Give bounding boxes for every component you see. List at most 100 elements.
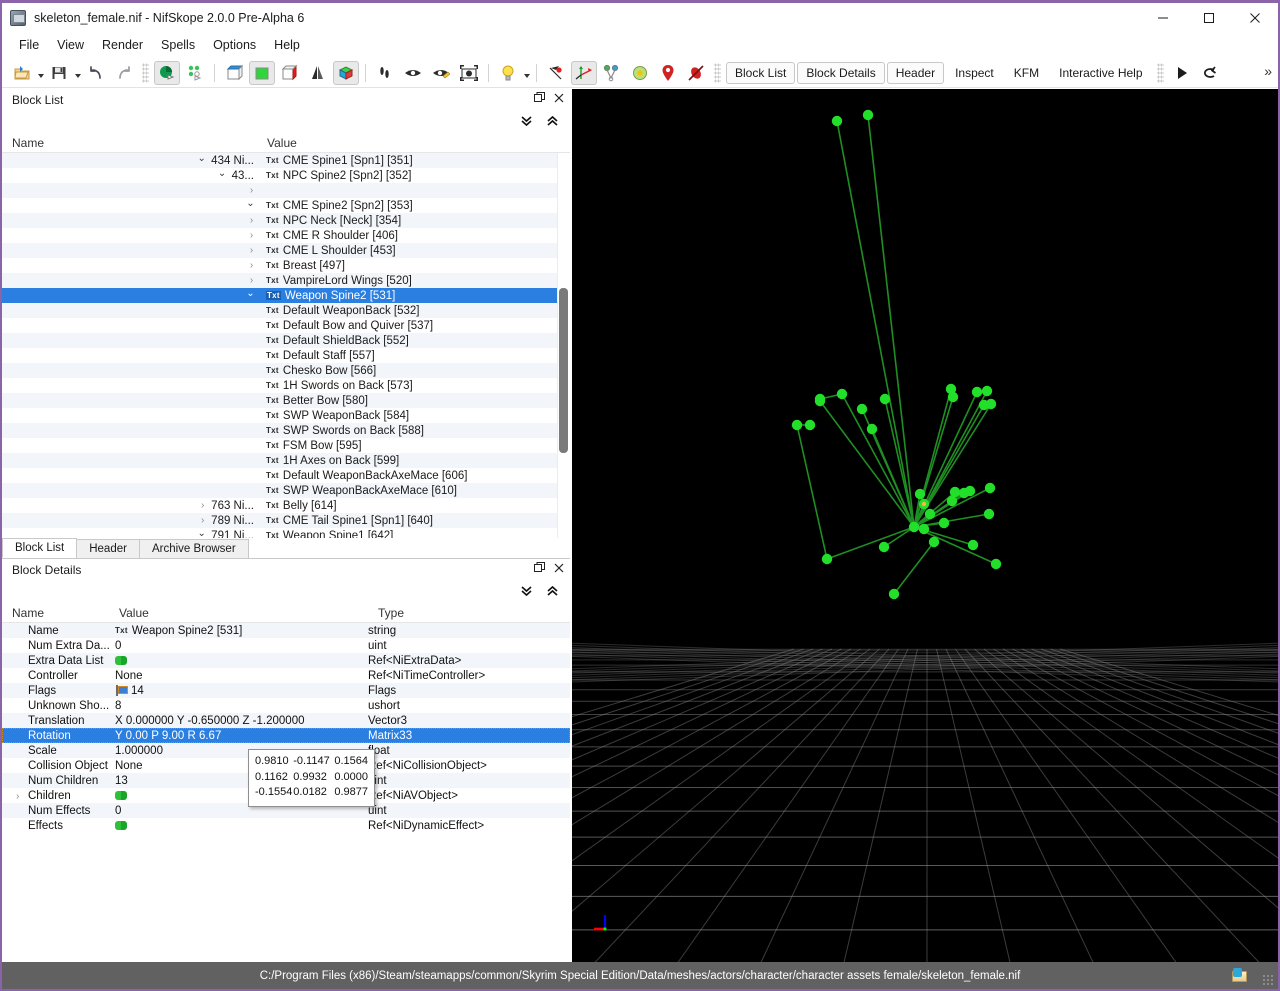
block-details-row-value[interactable]: Y 0.00 P 9.00 R 6.67 bbox=[115, 730, 368, 742]
toolbar-grip-3[interactable] bbox=[1156, 62, 1164, 83]
block-list-row[interactable]: ⌄ Txt CME Spine2 [Spn2] [353] bbox=[2, 198, 558, 213]
tab-header[interactable]: Header bbox=[886, 61, 945, 84]
lighting-dropdown-icon[interactable] bbox=[522, 63, 531, 83]
skeleton-node[interactable] bbox=[971, 386, 983, 398]
maximize-button[interactable] bbox=[1186, 3, 1232, 32]
block-list-scrollbar[interactable] bbox=[557, 153, 568, 538]
tab-block-list[interactable]: Block List bbox=[726, 61, 796, 84]
toolbar-overflow-button[interactable]: » bbox=[1264, 63, 1272, 79]
block-list-row[interactable]: › Txt CME R Shoulder [406] bbox=[2, 228, 558, 243]
skeleton-node[interactable] bbox=[862, 109, 874, 121]
block-details-row[interactable]: Effects Ref<NiDynamicEffect> bbox=[2, 818, 570, 833]
render-viewport[interactable] bbox=[572, 89, 1278, 966]
skeleton-node[interactable] bbox=[856, 403, 868, 415]
block-details-row-value[interactable]: 0 bbox=[115, 640, 368, 652]
skeleton-node[interactable] bbox=[918, 523, 930, 535]
tree-collapse-icon[interactable]: ⌄ bbox=[196, 153, 207, 164]
menu-item-options[interactable]: Options bbox=[204, 35, 265, 55]
skeleton-node[interactable] bbox=[981, 385, 993, 397]
tree-expand-icon[interactable]: › bbox=[247, 215, 256, 226]
no-entry-icon[interactable] bbox=[683, 61, 709, 85]
lightbulb-icon[interactable] bbox=[495, 61, 521, 85]
block-details-float-button[interactable] bbox=[534, 562, 545, 576]
block-list-row[interactable]: ⌄ 791 Ni... Txt Weapon Spine1 [642] bbox=[2, 528, 558, 538]
block-details-row-value[interactable] bbox=[115, 820, 368, 831]
reference-link-icon[interactable] bbox=[115, 820, 127, 831]
block-list-row[interactable]: › 789 Ni... Txt CME Tail Spine1 [Spn1] [640… bbox=[2, 513, 558, 528]
skeleton-node[interactable] bbox=[878, 541, 890, 553]
skeleton-node[interactable] bbox=[947, 391, 959, 403]
skeleton-node[interactable] bbox=[866, 423, 878, 435]
block-list-row[interactable]: › Txt VampireLord Wings [520] bbox=[2, 273, 558, 288]
block-list-collapse-all-icon[interactable] bbox=[546, 115, 559, 130]
loop-animation-icon[interactable] bbox=[1197, 61, 1223, 85]
block-details-row[interactable]: Name Txt Weapon Spine2 [531] string bbox=[2, 623, 570, 638]
block-details-collapse-all-icon[interactable] bbox=[546, 585, 559, 600]
tree-expand-icon[interactable]: › bbox=[198, 500, 207, 511]
cube-3d-icon[interactable] bbox=[333, 60, 359, 85]
menu-item-spells[interactable]: Spells bbox=[152, 35, 204, 55]
cube-green-icon[interactable] bbox=[249, 60, 275, 85]
block-details-row[interactable]: Extra Data List Ref<NiExtraData> bbox=[2, 653, 570, 668]
block-list-row[interactable]: ⌄ Txt Weapon Spine2 [531] bbox=[2, 288, 558, 303]
skeleton-node[interactable] bbox=[984, 482, 996, 494]
pin-red-icon[interactable] bbox=[655, 61, 681, 85]
flags-icon[interactable] bbox=[115, 685, 128, 696]
resize-grip[interactable] bbox=[1262, 974, 1274, 986]
pin-flag-icon[interactable] bbox=[543, 61, 569, 85]
block-list-col-value[interactable]: Value bbox=[257, 133, 570, 152]
tree-collapse-icon[interactable]: ⌄ bbox=[245, 288, 256, 299]
toolbar-grip-2[interactable] bbox=[714, 62, 721, 83]
skeleton-node[interactable] bbox=[814, 393, 826, 405]
dock-tab-block-list[interactable]: Block List bbox=[2, 538, 78, 558]
block-list-row[interactable]: Txt SWP WeaponBack [584] bbox=[2, 408, 558, 423]
wedge-icon[interactable] bbox=[305, 61, 331, 85]
block-list-row[interactable]: Txt Default ShieldBack [552] bbox=[2, 333, 558, 348]
skeleton-node[interactable] bbox=[946, 495, 958, 507]
sphere-yellow-icon[interactable] bbox=[627, 61, 653, 85]
block-details-row[interactable]: Num Extra Da... 0 uint bbox=[2, 638, 570, 653]
block-list-row[interactable]: Txt SWP Swords on Back [588] bbox=[2, 423, 558, 438]
block-list-scrollbar-thumb[interactable] bbox=[559, 288, 568, 453]
skeleton-node[interactable] bbox=[967, 539, 979, 551]
tree-expand-icon[interactable]: › bbox=[247, 275, 256, 286]
block-list-row[interactable]: Txt Better Bow [580] bbox=[2, 393, 558, 408]
skeleton-node[interactable] bbox=[791, 419, 803, 431]
skeleton-node[interactable] bbox=[831, 115, 843, 127]
draw-axes-icon[interactable] bbox=[154, 60, 180, 85]
block-list-tree[interactable]: ⌄ 434 Ni... Txt CME Spine1 [Spn1] [351] ⌄ 43.… bbox=[2, 153, 570, 538]
block-list-row[interactable]: › Txt Breast [497] bbox=[2, 258, 558, 273]
tree-collapse-icon[interactable]: ⌄ bbox=[217, 168, 228, 179]
save-file-icon[interactable] bbox=[46, 61, 72, 85]
block-details-col-name[interactable]: Name bbox=[2, 603, 115, 622]
skeleton-node[interactable] bbox=[949, 486, 961, 498]
eye-edit-icon[interactable] bbox=[428, 61, 454, 85]
skeleton-node[interactable] bbox=[964, 485, 976, 497]
dock-tab-header[interactable]: Header bbox=[76, 539, 140, 558]
open-folder-icon[interactable] bbox=[1232, 968, 1248, 982]
open-file-icon[interactable] bbox=[9, 61, 35, 85]
reference-link-icon[interactable] bbox=[115, 655, 127, 666]
block-list-row[interactable]: Txt Default Staff [557] bbox=[2, 348, 558, 363]
block-list-row[interactable]: Txt Default WeaponBackAxeMace [606] bbox=[2, 468, 558, 483]
block-list-float-button[interactable] bbox=[534, 92, 545, 106]
tree-expand-icon[interactable]: › bbox=[247, 230, 256, 241]
block-details-row[interactable]: Translation X 0.000000 Y -0.650000 Z -1.2… bbox=[2, 713, 570, 728]
block-list-row[interactable]: › Txt NPC Neck [Neck] [354] bbox=[2, 213, 558, 228]
tree-collapse-icon[interactable]: ⌄ bbox=[245, 198, 256, 209]
open-file-dropdown-icon[interactable] bbox=[36, 63, 45, 83]
camera-icon[interactable] bbox=[456, 61, 482, 85]
undo-icon[interactable] bbox=[83, 61, 109, 85]
block-list-row[interactable]: › Txt CME L Shoulder [453] bbox=[2, 243, 558, 258]
dock-tab-archive-browser[interactable]: Archive Browser bbox=[138, 539, 249, 558]
block-list-row[interactable]: Txt 1H Axes on Back [599] bbox=[2, 453, 558, 468]
skeleton-node[interactable] bbox=[821, 553, 833, 565]
block-details-close-button[interactable] bbox=[554, 563, 564, 576]
skeleton-node[interactable] bbox=[908, 521, 920, 533]
block-details-row[interactable]: Unknown Sho... 8 ushort bbox=[2, 698, 570, 713]
block-details-row-value[interactable]: Txt Weapon Spine2 [531] bbox=[115, 625, 368, 637]
block-details-expand-all-icon[interactable] bbox=[520, 585, 533, 600]
play-animation-icon[interactable] bbox=[1169, 61, 1195, 85]
skeleton-node[interactable] bbox=[983, 508, 995, 520]
skeleton-node[interactable] bbox=[914, 488, 926, 500]
